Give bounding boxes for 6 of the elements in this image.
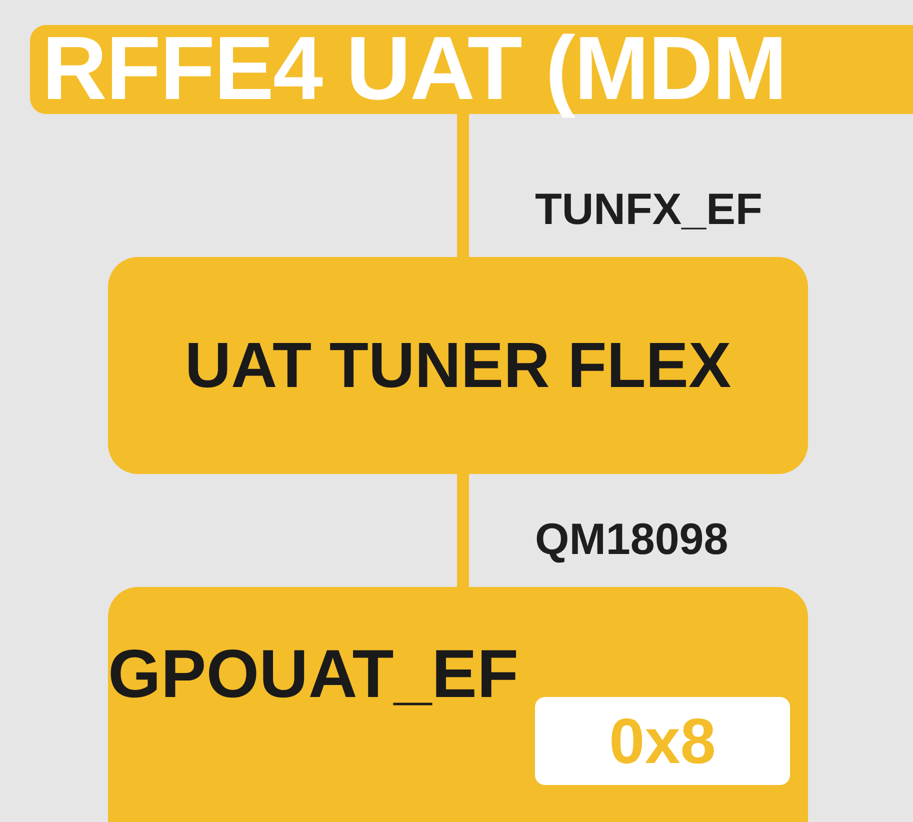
address-tag: 0x8	[535, 697, 790, 786]
block-title: UAT TUNER FLEX	[184, 330, 732, 401]
header-title: RFFE4 UAT (MDM	[42, 18, 786, 121]
connector-label: QM18098	[535, 514, 730, 566]
block-title: GPOUAT_EF	[108, 636, 520, 712]
connector-label: TUNFX_EF	[535, 184, 764, 236]
